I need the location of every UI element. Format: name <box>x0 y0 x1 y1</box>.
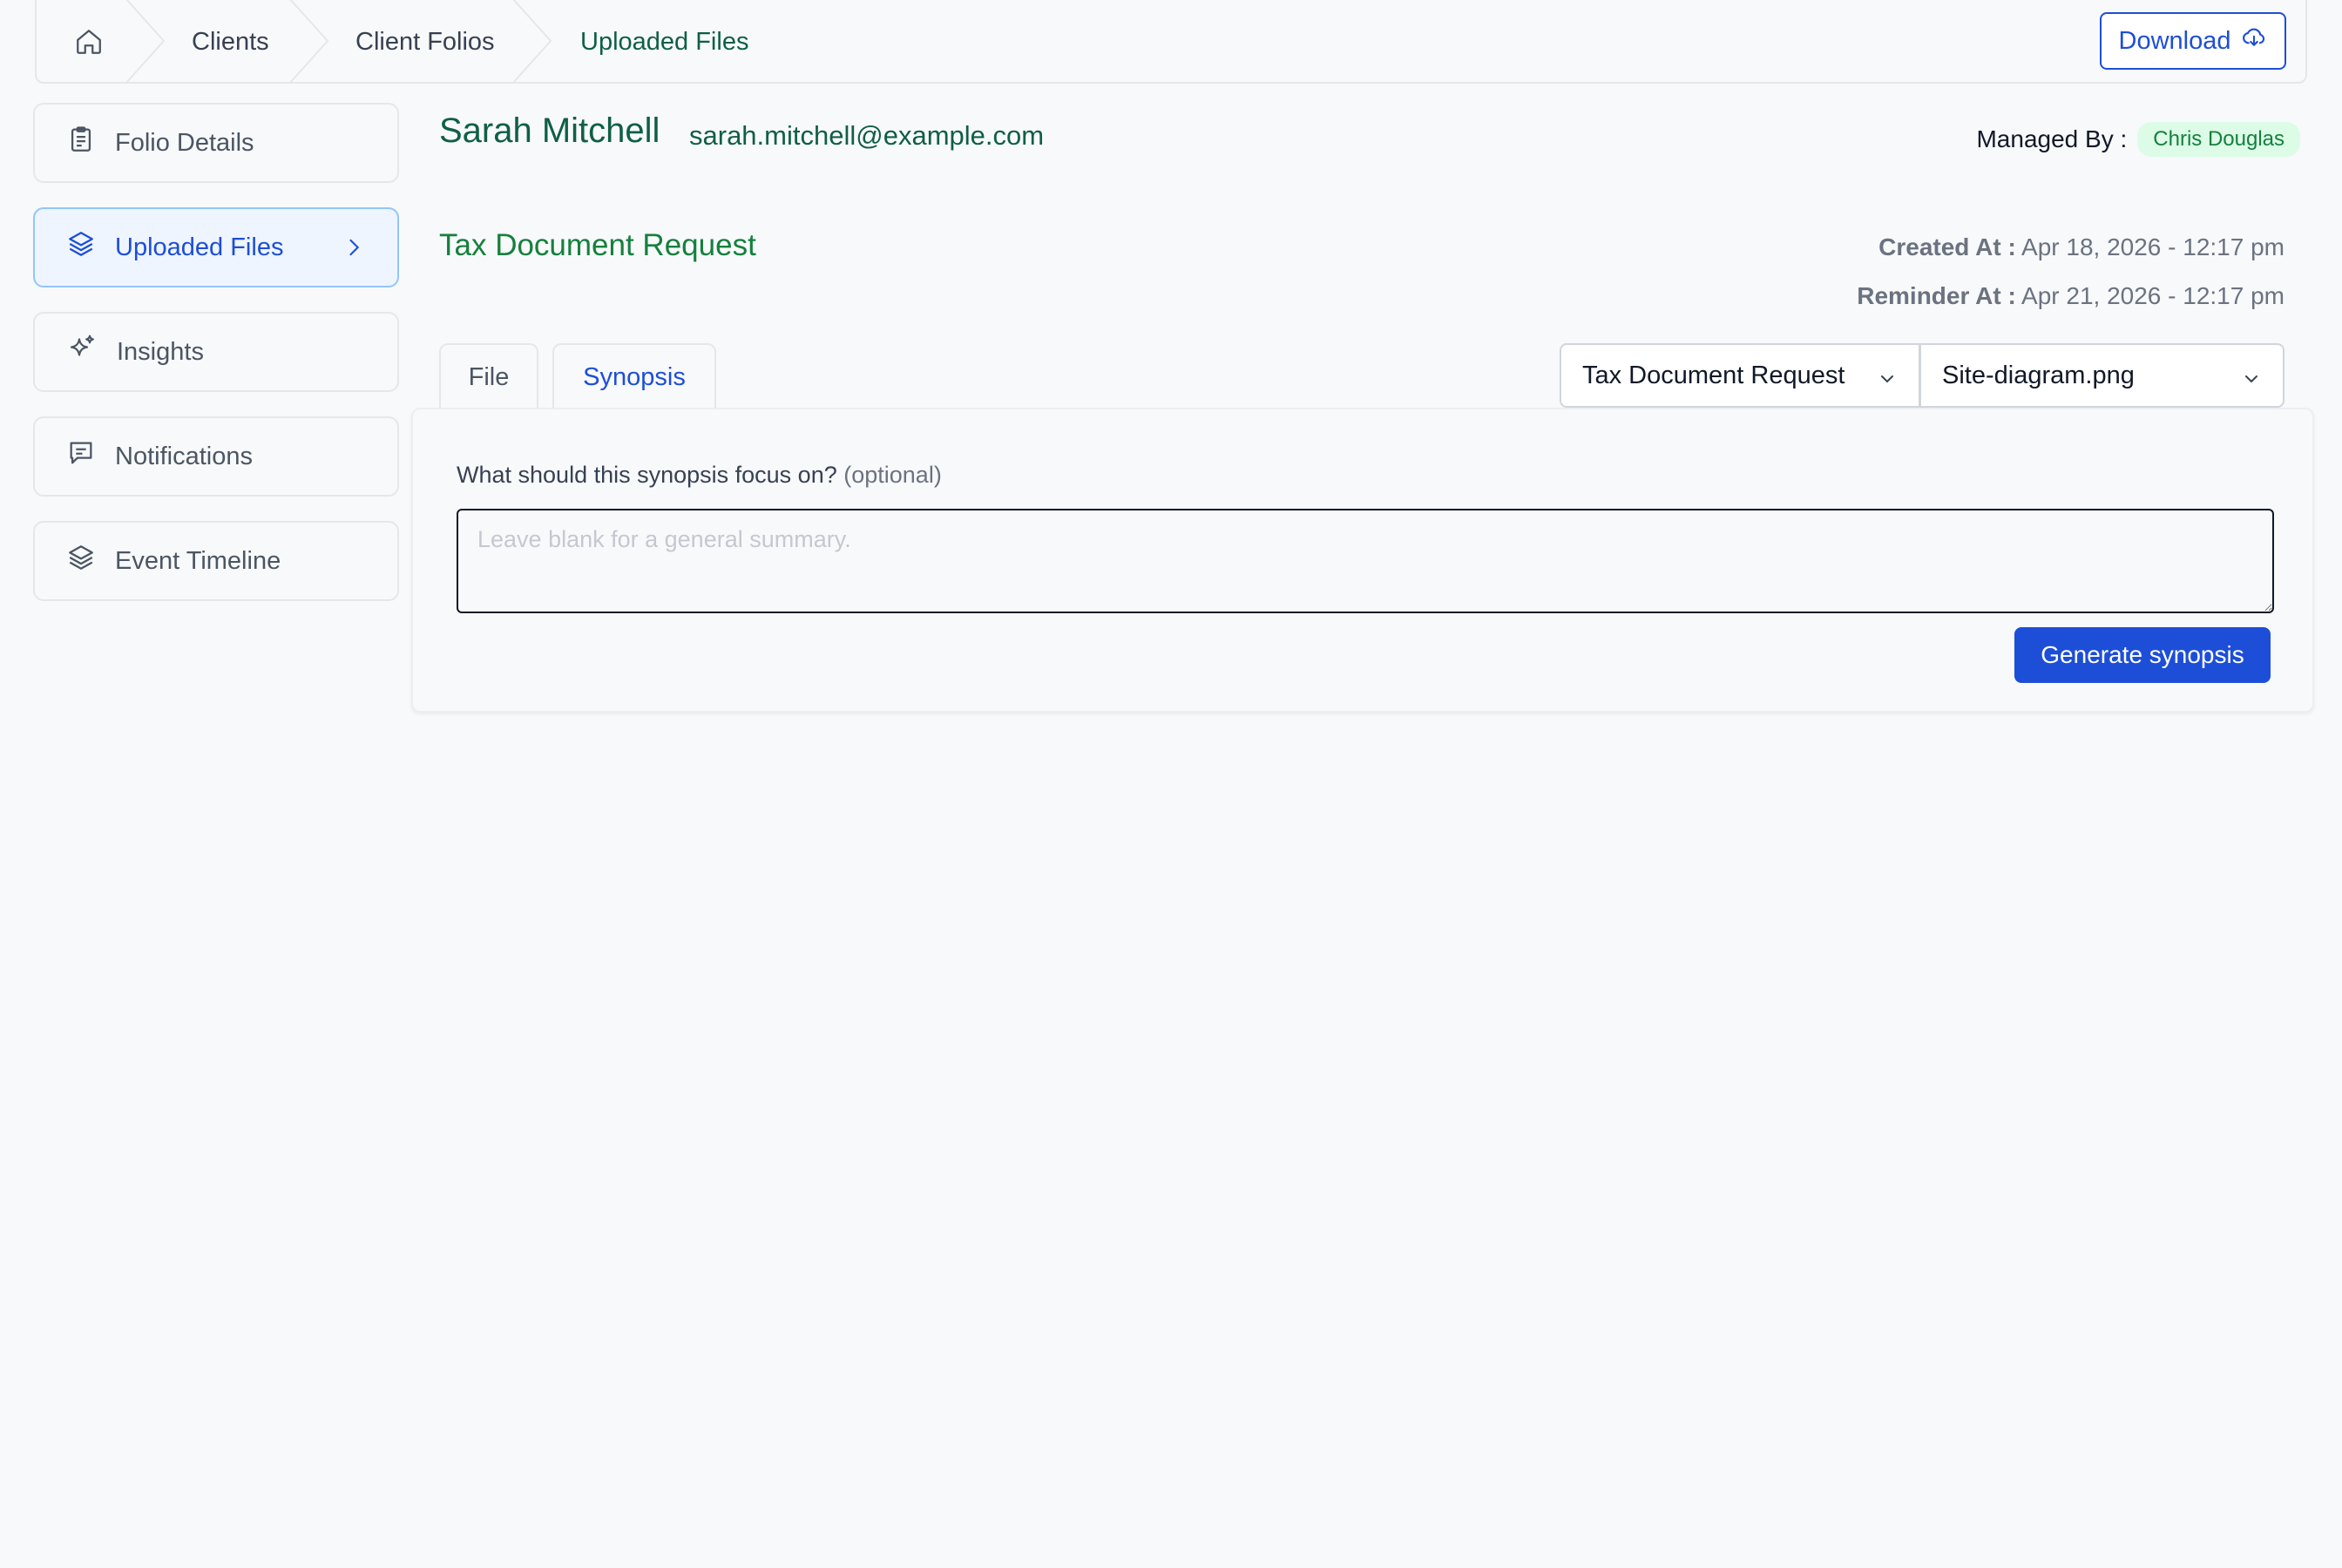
breadcrumb-uploaded-files: Uploaded Files <box>580 28 749 56</box>
home-icon[interactable] <box>71 24 106 59</box>
request-title: Tax Document Request <box>439 228 756 262</box>
generate-synopsis-button[interactable]: Generate synopsis <box>2014 627 2271 683</box>
sidebar-item-event-timeline[interactable]: Event Timeline <box>33 521 399 601</box>
optional-hint: (optional) <box>843 462 942 488</box>
synopsis-focus-label: What should this synopsis focus on? (opt… <box>457 462 942 489</box>
synopsis-focus-input[interactable] <box>457 509 2274 613</box>
layers-icon <box>66 229 96 266</box>
sidebar-item-label: Insights <box>117 337 204 366</box>
reminder-at-value: Apr 21, 2026 - 12:17 pm <box>2021 282 2284 309</box>
chevron-right-icon <box>342 235 366 267</box>
request-select-value: Tax Document Request <box>1582 361 1845 389</box>
breadcrumb-separator <box>511 0 552 84</box>
synopsis-panel: What should this synopsis focus on? (opt… <box>411 408 2314 713</box>
breadcrumb-clients[interactable]: Clients <box>192 26 269 57</box>
request-select[interactable]: Tax Document Request <box>1560 343 1920 408</box>
synopsis-question: What should this synopsis focus on? <box>457 462 837 488</box>
sparkle-icon <box>66 333 98 371</box>
managed-by-label: Managed By : <box>1976 125 2128 152</box>
breadcrumb-separator <box>288 0 329 84</box>
clipboard-icon <box>66 125 96 161</box>
managed-by: Managed By : Chris Douglas <box>1976 122 2300 157</box>
breadcrumb-bar: Clients Client Folios Uploaded Files Dow… <box>35 0 2307 84</box>
sidebar-item-label: Notifications <box>115 442 253 470</box>
tab-synopsis[interactable]: Synopsis <box>552 343 716 409</box>
sidebar-item-insights[interactable]: Insights <box>33 312 399 392</box>
download-label: Download <box>2118 26 2231 55</box>
client-name: Sarah Mitchell <box>439 112 660 150</box>
reminder-at-label: Reminder At : <box>1857 282 2016 309</box>
file-select-value: Site-diagram.png <box>1942 361 2135 389</box>
breadcrumb-separator <box>125 0 166 84</box>
download-button[interactable]: Download <box>2100 12 2286 70</box>
chevron-down-icon <box>2241 368 2262 396</box>
sidebar-item-label: Uploaded Files <box>115 233 284 261</box>
sidebar-item-label: Folio Details <box>115 128 254 157</box>
message-icon <box>66 438 96 475</box>
client-email[interactable]: sarah.mitchell@example.com <box>689 120 1044 152</box>
sidebar-item-label: Event Timeline <box>115 546 281 575</box>
tab-file[interactable]: File <box>439 343 538 409</box>
created-at-value: Apr 18, 2026 - 12:17 pm <box>2021 233 2284 260</box>
cloud-download-icon <box>2241 24 2267 57</box>
file-select[interactable]: Site-diagram.png <box>1919 343 2284 408</box>
sidebar-item-folio-details[interactable]: Folio Details <box>33 103 399 183</box>
sidebar-item-notifications[interactable]: Notifications <box>33 416 399 497</box>
manager-badge: Chris Douglas <box>2137 122 2300 157</box>
reminder-at: Reminder At : Apr 21, 2026 - 12:17 pm <box>1857 282 2284 310</box>
created-at-label: Created At : <box>1878 233 2016 260</box>
created-at: Created At : Apr 18, 2026 - 12:17 pm <box>1878 233 2284 261</box>
sidebar-item-uploaded-files[interactable]: Uploaded Files <box>33 207 399 287</box>
chevron-down-icon <box>1877 368 1898 396</box>
layers-icon <box>66 543 96 579</box>
breadcrumb-client-folios[interactable]: Client Folios <box>355 26 495 57</box>
